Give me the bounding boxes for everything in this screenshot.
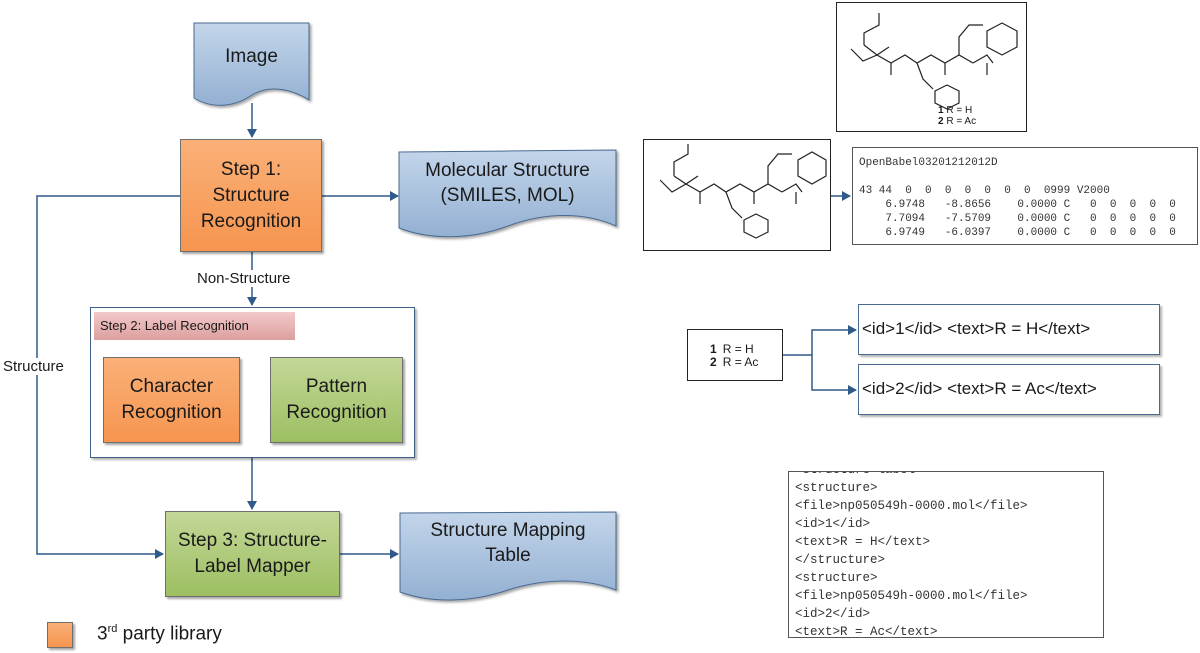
- xml-line: </structure>: [795, 553, 886, 567]
- parsed-label-2: <id>2</id> <text>R = Ac</text>: [858, 364, 1160, 415]
- cropped-chemical-structure-drawing: [659, 144, 827, 239]
- mol-line: [859, 170, 1197, 184]
- mol-line: 7.7094 -7.5709 0.0000 C 0 0 0 0 0: [859, 213, 1176, 225]
- xml-mapping-table: <structure-label> <structure> <file>np05…: [788, 471, 1104, 638]
- image-document-label: Image: [225, 46, 278, 67]
- edge-label-structure: Structure: [1, 358, 66, 375]
- mol-line: 6.9749 -6.0397 0.0000 C 0 0 0 0 0: [859, 227, 1176, 239]
- step3-structure-label-mapper: Step 3: Structure- Label Mapper: [165, 511, 340, 597]
- xml-line: <id>2</id>: [795, 607, 871, 621]
- xml-line: <file>np050549h-0000.mol</file>: [795, 499, 1028, 513]
- mol-line: 6.9748 -8.8656 0.0000 C 0 0 0 0 0: [859, 199, 1176, 211]
- pattern-recognition-box: Pattern Recognition: [270, 357, 403, 443]
- xml-line: <file>np050549h-0000.mol</file>: [795, 589, 1028, 603]
- character-recognition-box: Character Recognition: [103, 357, 240, 443]
- mapping-table-label: Structure Mapping Table: [430, 520, 586, 566]
- legend-swatch-orange: [47, 622, 73, 648]
- step2-header: Step 2: Label Recognition: [94, 312, 295, 340]
- compound-label-2: 2 R = Ac: [938, 116, 977, 127]
- edge-labels-to-id2: [811, 355, 857, 395]
- label-image: 1R = H 2R = Ac: [687, 329, 783, 381]
- xml-line: <text>R = Ac</text>: [795, 625, 938, 638]
- molecular-structure-label: Molecular Structure (SMILES, MOL): [425, 160, 590, 206]
- label-image-line-2: 2R = Ac: [710, 355, 759, 369]
- legend-label: 3rd party library: [97, 623, 222, 645]
- xml-line: <structure>: [795, 481, 878, 495]
- xml-line: <structure>: [795, 571, 878, 585]
- mol-file-preview: OpenBabel03201212012D 43 44 0 0 0 0 0 0 …: [852, 147, 1198, 245]
- legend-ordinal: 3: [97, 623, 108, 645]
- compound-label-1: 1 R = H: [938, 105, 973, 116]
- structure-image-with-labels: 1 R = H 2 R = Ac: [836, 2, 1027, 132]
- xml-line: <text>R = H</text>: [795, 535, 931, 549]
- xml-line: <structure-label>: [789, 472, 1103, 479]
- legend-ordinal-suffix: rd: [107, 623, 118, 635]
- legend-text: party library: [117, 623, 222, 645]
- mol-line: 43 44 0 0 0 0 0 0 0 0999 V2000: [859, 185, 1110, 197]
- mol-line: OpenBabel03201212012D: [859, 157, 998, 169]
- xml-line: <id>1</id>: [795, 517, 871, 531]
- edge-label-non-structure: Non-Structure: [195, 270, 293, 287]
- step1-structure-recognition: Step 1: Structure Recognition: [180, 139, 322, 252]
- chemical-structure-drawing: [850, 13, 1018, 110]
- structure-compound-labels: 1 R = H 2 R = Ac: [938, 105, 976, 127]
- cropped-structure-image: [643, 139, 831, 251]
- edge-labels-to-id1: [783, 325, 857, 356]
- parsed-label-1: <id>1</id> <text>R = H</text>: [858, 304, 1160, 355]
